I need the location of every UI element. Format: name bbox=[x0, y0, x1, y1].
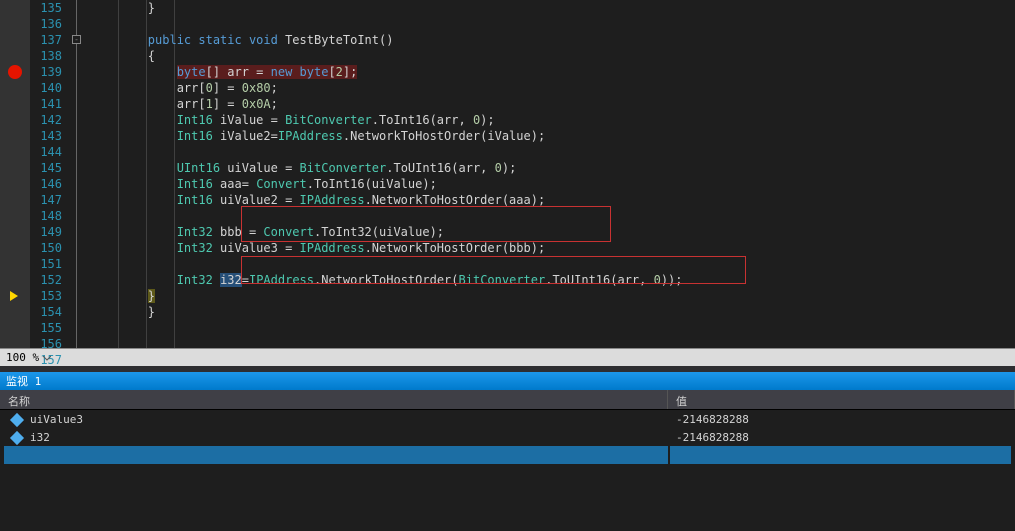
watch-header: 名称 值 bbox=[0, 390, 1015, 410]
fold-minus-icon[interactable]: - bbox=[72, 35, 81, 44]
glyph-margin[interactable] bbox=[0, 0, 30, 348]
watch-col-name[interactable]: 名称 bbox=[0, 390, 668, 409]
watch-tab[interactable]: 监视 1 bbox=[0, 372, 1015, 390]
watch-row[interactable]: uiValue3 -2146828288 bbox=[0, 410, 1015, 428]
execution-pointer-icon bbox=[10, 291, 18, 301]
zoom-value[interactable]: 100 % bbox=[6, 351, 39, 364]
variable-icon bbox=[10, 430, 24, 444]
watch-row[interactable]: i32 -2146828288 bbox=[0, 428, 1015, 446]
variable-icon bbox=[10, 412, 24, 426]
chevron-down-icon[interactable] bbox=[43, 354, 51, 362]
fold-gutter[interactable]: - bbox=[70, 0, 86, 348]
line-numbers: 1351361371381391401411421431441451461471… bbox=[30, 0, 70, 348]
code-area[interactable]: } public static void TestByteToInt() { b… bbox=[86, 0, 1015, 348]
breakpoint-icon[interactable] bbox=[8, 65, 22, 79]
code-editor[interactable]: 1351361371381391401411421431441451461471… bbox=[0, 0, 1015, 348]
watch-col-value[interactable]: 值 bbox=[668, 390, 1015, 409]
watch-new-row[interactable] bbox=[0, 446, 1015, 464]
